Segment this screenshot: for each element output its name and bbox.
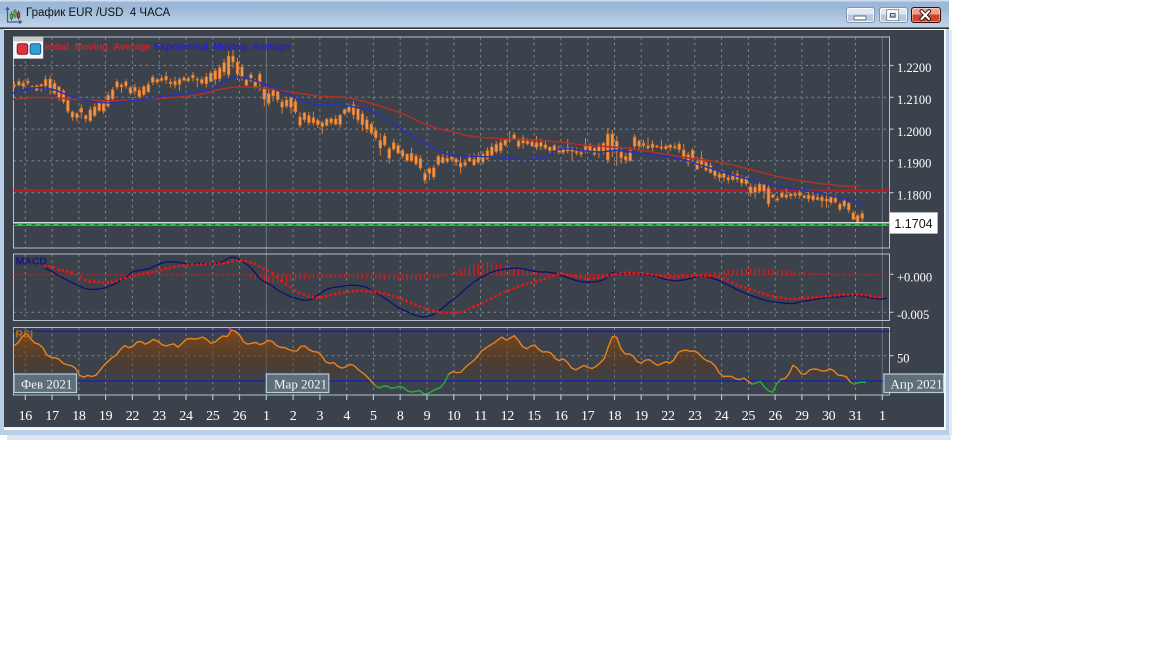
svg-text:31: 31	[849, 409, 863, 424]
svg-text:30: 30	[822, 409, 836, 424]
svg-text:16: 16	[19, 409, 33, 424]
svg-text:18: 18	[72, 409, 86, 424]
svg-text:15: 15	[527, 409, 541, 424]
svg-text:22: 22	[661, 409, 675, 424]
svg-text:11: 11	[474, 409, 487, 424]
svg-text:1.1900: 1.1900	[897, 157, 931, 171]
svg-text:Exponential_Moving_Average: Exponential_Moving_Average	[154, 42, 290, 53]
svg-text:29: 29	[795, 409, 809, 424]
svg-text:26: 26	[233, 409, 247, 424]
svg-text:22: 22	[126, 409, 140, 424]
svg-text:25: 25	[742, 409, 756, 424]
svg-text:MACD: MACD	[16, 256, 48, 268]
svg-text:5: 5	[370, 409, 377, 424]
svg-text:ential_Moving_Average: ential_Moving_Average	[45, 42, 152, 53]
svg-text:26: 26	[768, 409, 782, 424]
svg-text:2: 2	[290, 409, 297, 424]
svg-text:23: 23	[688, 409, 702, 424]
svg-text:50: 50	[897, 351, 910, 365]
svg-text:12: 12	[501, 409, 515, 424]
svg-text:25: 25	[206, 409, 220, 424]
svg-text:16: 16	[554, 409, 568, 424]
svg-text:Апр 2021: Апр 2021	[891, 377, 943, 392]
svg-text:17: 17	[581, 409, 595, 424]
svg-text:24: 24	[715, 409, 729, 424]
svg-text:19: 19	[634, 409, 648, 424]
svg-text:1: 1	[879, 409, 886, 424]
svg-text:10: 10	[447, 409, 461, 424]
svg-text:18: 18	[608, 409, 622, 424]
svg-text:24: 24	[179, 409, 193, 424]
svg-text:1.2100: 1.2100	[897, 93, 931, 107]
svg-text:1.2200: 1.2200	[897, 61, 931, 75]
svg-text:Фев 2021: Фев 2021	[21, 377, 72, 392]
svg-text:1.1704: 1.1704	[894, 217, 932, 231]
svg-text:8: 8	[397, 409, 404, 424]
svg-text:23: 23	[152, 409, 166, 424]
svg-text:19: 19	[99, 409, 113, 424]
svg-text:Мар 2021: Мар 2021	[274, 377, 327, 392]
svg-text:1.1800: 1.1800	[897, 188, 931, 202]
svg-text:-0.005: -0.005	[897, 308, 929, 322]
svg-text:RSI: RSI	[16, 329, 34, 341]
svg-text:1: 1	[263, 409, 270, 424]
svg-text:1.2000: 1.2000	[897, 125, 931, 139]
svg-text:+0.000: +0.000	[897, 271, 932, 285]
svg-text:9: 9	[424, 409, 431, 424]
svg-text:4: 4	[343, 409, 350, 424]
svg-text:17: 17	[45, 409, 59, 424]
svg-text:3: 3	[317, 409, 324, 424]
